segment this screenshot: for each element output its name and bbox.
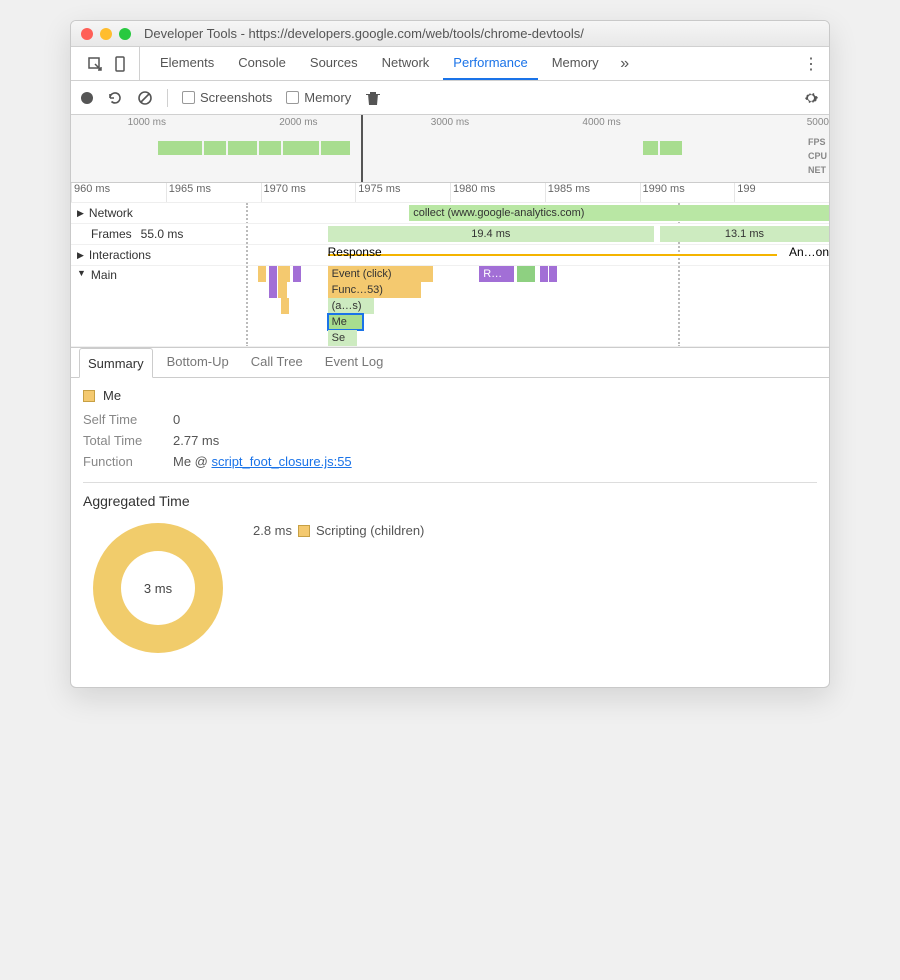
clear-icon[interactable] [137, 90, 153, 106]
frame-2[interactable]: 13.1 ms [660, 226, 829, 242]
subtab-summary[interactable]: Summary [79, 348, 153, 378]
overview-marker[interactable] [361, 115, 363, 182]
screenshots-checkbox[interactable]: Screenshots [182, 90, 272, 105]
more-tabs-icon[interactable]: » [613, 55, 637, 73]
subtab-bottomup[interactable]: Bottom-Up [159, 348, 237, 377]
perf-toolbar: Screenshots Memory [71, 81, 829, 115]
gear-icon[interactable] [803, 90, 819, 106]
source-link[interactable]: script_foot_closure.js:55 [211, 454, 351, 469]
tab-console[interactable]: Console [228, 47, 296, 80]
r-bar[interactable]: R… [479, 266, 514, 282]
reload-icon[interactable] [107, 90, 123, 106]
device-icon[interactable] [113, 56, 129, 72]
summary-name: Me [103, 388, 121, 403]
summary-panel: Me Self Time0 Total Time2.77 ms Function… [71, 378, 829, 687]
track-network[interactable]: ▶Network collect (www.google-analytics.c… [71, 203, 829, 224]
interaction-response: Response [328, 245, 382, 259]
network-item[interactable]: collect (www.google-analytics.com) [409, 205, 829, 221]
anon-fn[interactable]: (a…s) [328, 298, 375, 314]
total-time-value: 2.77 ms [173, 433, 219, 448]
memory-checkbox[interactable]: Memory [286, 90, 351, 105]
tab-elements[interactable]: Elements [150, 47, 224, 80]
overview-timeline[interactable]: 1000 ms 2000 ms 3000 ms 4000 ms 5000 FPS… [71, 115, 829, 183]
aggregated-title: Aggregated Time [83, 482, 817, 509]
donut-total: 3 ms [144, 581, 172, 596]
track-main[interactable]: ▼Main Event (click) R… [71, 266, 829, 347]
inspect-icon[interactable] [87, 56, 103, 72]
track-frames[interactable]: Frames55.0 ms 19.4 ms 13.1 ms [71, 224, 829, 245]
devtools-window: Developer Tools - https://developers.goo… [70, 20, 830, 688]
flame-ruler: 960 ms1965 ms1970 ms1975 ms1980 ms1985 m… [71, 183, 829, 203]
subtab-calltree[interactable]: Call Tree [243, 348, 311, 377]
tab-network[interactable]: Network [372, 47, 440, 80]
legend-item: 2.8 ms Scripting (children) [253, 523, 424, 538]
event-click[interactable]: Event (click) [328, 266, 433, 282]
window-title: Developer Tools - https://developers.goo… [138, 26, 819, 41]
detail-tabs: Summary Bottom-Up Call Tree Event Log [71, 348, 829, 378]
minimize-icon[interactable] [100, 28, 112, 40]
subtab-eventlog[interactable]: Event Log [317, 348, 392, 377]
devtools-tabs: Elements Console Sources Network Perform… [71, 47, 829, 81]
selected-fn[interactable]: Me [328, 314, 363, 330]
kebab-menu-icon[interactable]: ⋮ [799, 54, 823, 74]
tab-performance[interactable]: Performance [443, 47, 537, 80]
func-call[interactable]: Func…53) [328, 282, 421, 298]
title-bar: Developer Tools - https://developers.goo… [71, 21, 829, 47]
flame-chart[interactable]: 960 ms1965 ms1970 ms1975 ms1980 ms1985 m… [71, 183, 829, 348]
tab-memory[interactable]: Memory [542, 47, 609, 80]
record-button[interactable] [81, 92, 93, 104]
fps-bars [71, 137, 799, 155]
tab-sources[interactable]: Sources [300, 47, 368, 80]
frame-1[interactable]: 19.4 ms [328, 226, 654, 242]
donut-chart: 3 ms [93, 523, 223, 653]
trash-icon[interactable] [365, 90, 381, 106]
self-time-value: 0 [173, 412, 180, 427]
legend-swatch [298, 525, 310, 537]
color-swatch [83, 390, 95, 402]
track-interactions[interactable]: ▶Interactions Response An…on [71, 245, 829, 266]
se-fn[interactable]: Se [328, 330, 357, 346]
maximize-icon[interactable] [119, 28, 131, 40]
interaction-anim: An…on [789, 245, 829, 259]
close-icon[interactable] [81, 28, 93, 40]
